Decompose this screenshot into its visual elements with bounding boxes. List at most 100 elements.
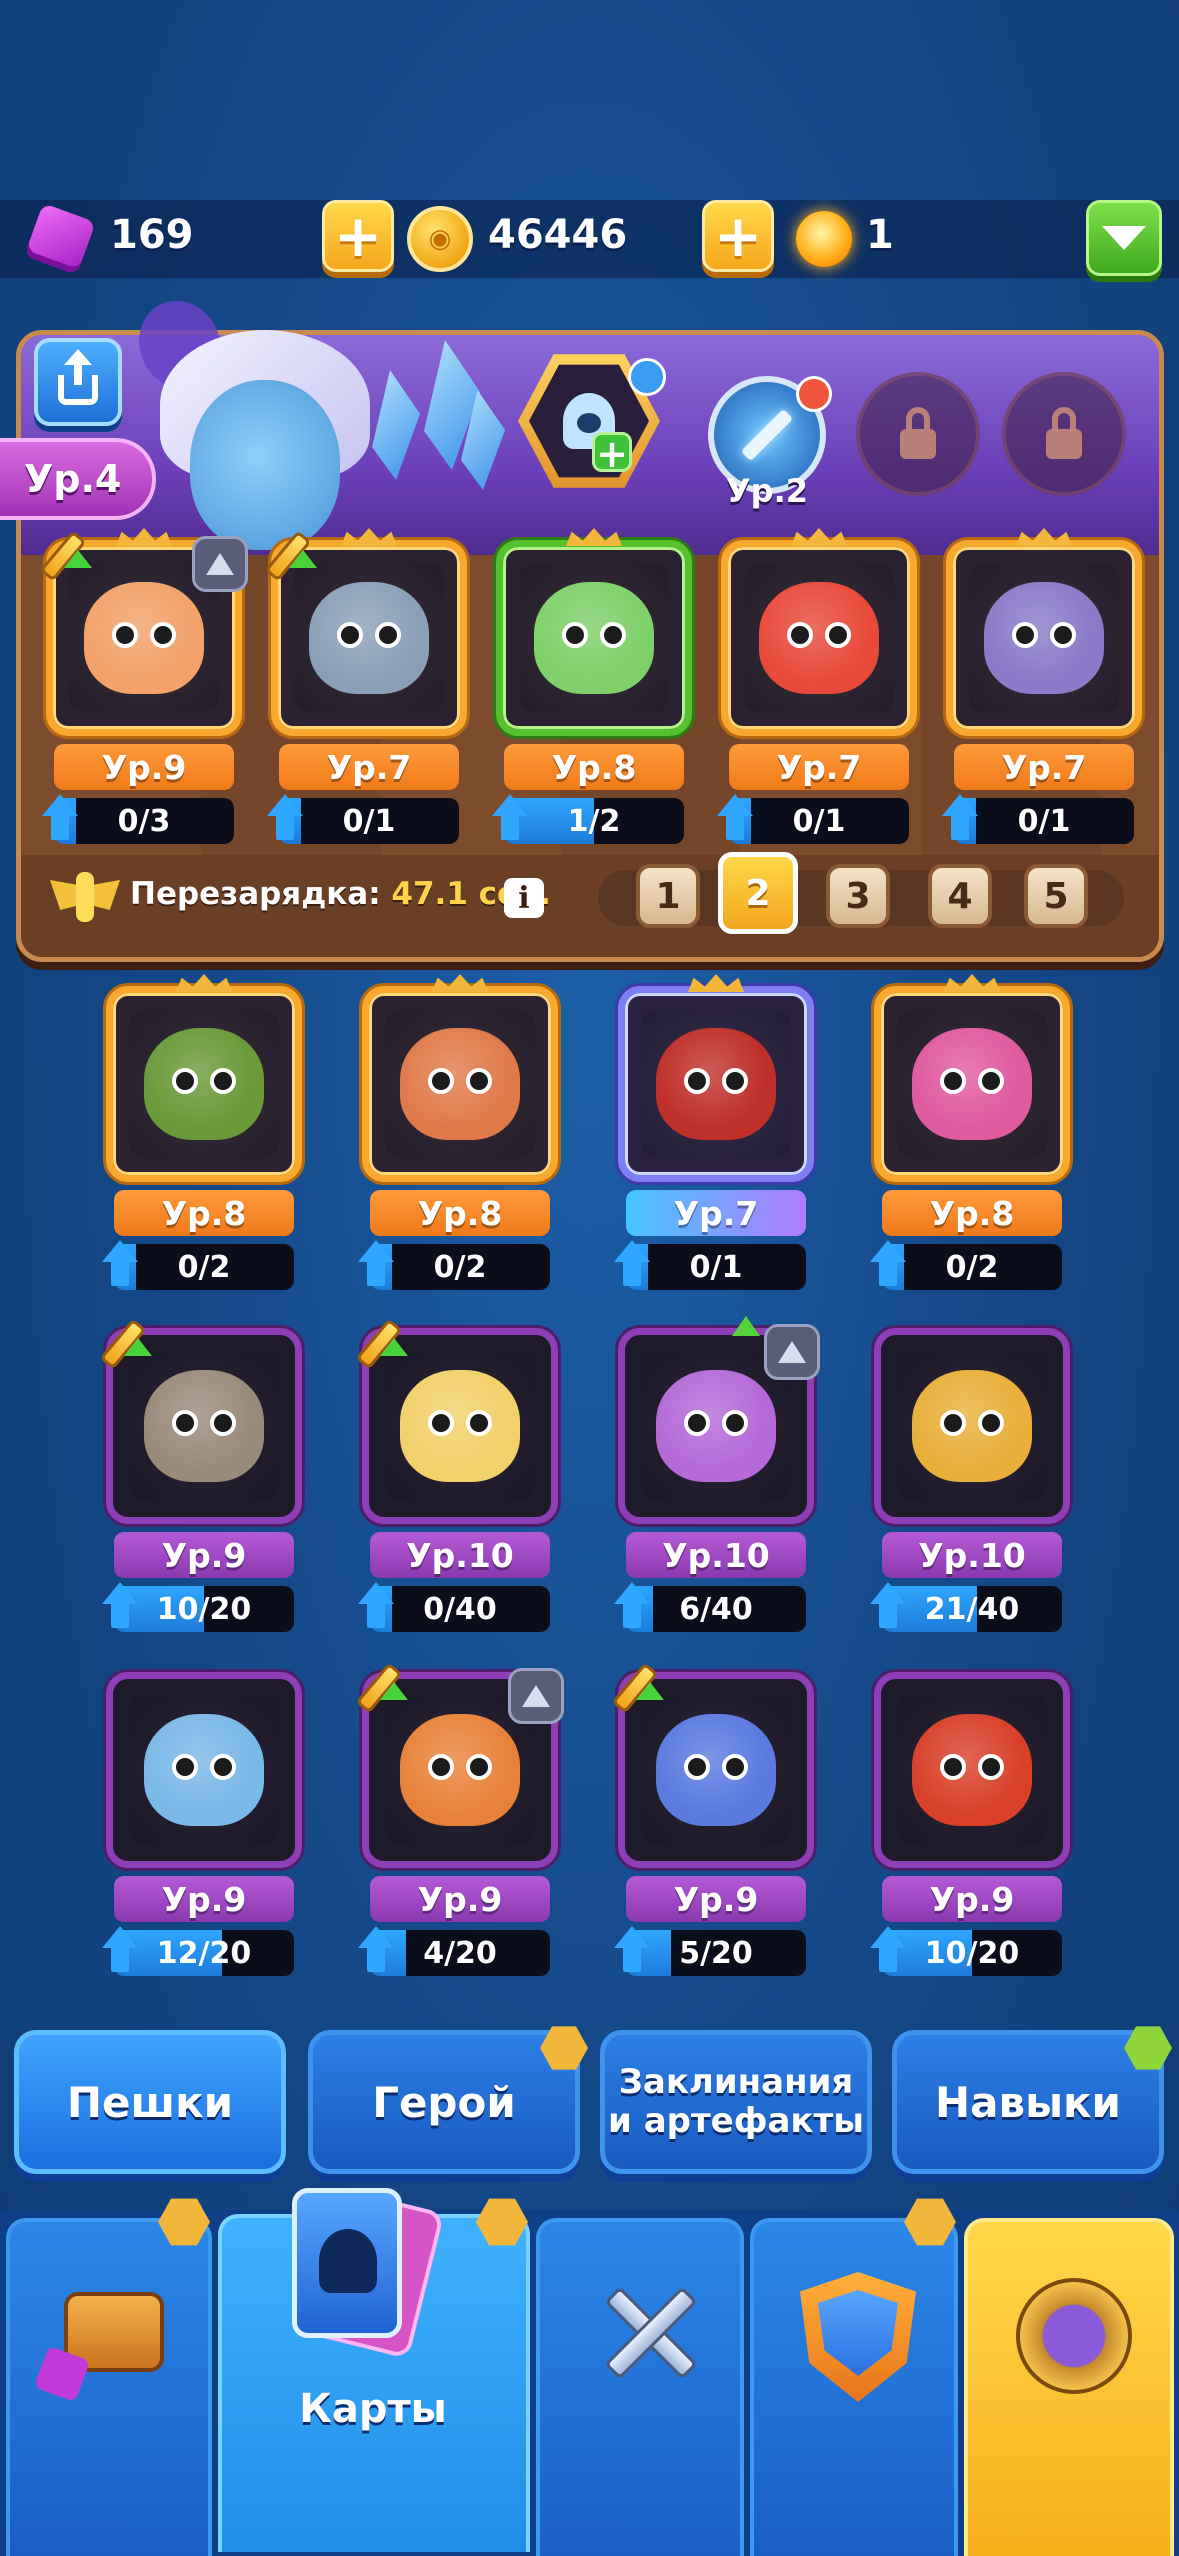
unit-level: Ур.10: [882, 1532, 1062, 1578]
upgrade-arrow-icon: [38, 794, 82, 846]
nav-battle[interactable]: [536, 2218, 744, 2556]
unit-portrait[interactable]: [874, 1672, 1070, 1868]
unit-level: Ур.9: [882, 1876, 1062, 1922]
nav-cards[interactable]: [218, 2186, 530, 2552]
tab-spells-artifacts[interactable]: Заклинания и артефакты: [600, 2030, 872, 2174]
unit-icon: [759, 582, 879, 694]
artifact-slot-level: Ур.2: [726, 472, 808, 510]
rarity-triangle-icon: [764, 1324, 820, 1380]
add-icon: +: [592, 432, 632, 473]
upgrade-arrow-icon: [98, 1926, 142, 1978]
upgrade-sword-icon: [352, 1660, 414, 1722]
rarity-triangle-icon: [508, 1668, 564, 1724]
upgrade-arrow-icon: [866, 1240, 910, 1292]
unit-icon: [144, 1028, 264, 1140]
unit-level: Ур.7: [279, 744, 459, 790]
coin-count: 46446: [488, 212, 628, 258]
upgrade-arrow-icon: [354, 1926, 398, 1978]
upgrade-arrow-icon: [732, 1316, 760, 1336]
unit-icon: [144, 1370, 264, 1482]
unit-icon: [400, 1714, 520, 1826]
cards-icon: [292, 2188, 402, 2338]
locked-slot-1[interactable]: [856, 372, 980, 496]
buy-coins-button[interactable]: +: [702, 200, 774, 272]
deck-tab-4[interactable]: 4: [928, 864, 992, 928]
crown-icon: [944, 974, 1000, 992]
clan-shield-icon: [800, 2272, 916, 2402]
unit-level: Ур.9: [54, 744, 234, 790]
upgrade-sword-icon: [608, 1660, 670, 1722]
potion-count: 1: [866, 212, 894, 258]
crown-icon: [176, 974, 232, 992]
cooldown-text: Перезарядка: 47.1 сек.: [130, 876, 551, 912]
info-badge-icon: [628, 358, 666, 396]
upgrade-arrow-icon: [98, 1582, 142, 1634]
unit-portrait[interactable]: [618, 986, 814, 1182]
upgrade-sword-icon: [36, 528, 98, 590]
upgrade-arrow-icon: [98, 1240, 142, 1292]
unit-level: Ур.9: [626, 1876, 806, 1922]
deck-tab-1[interactable]: 1: [636, 864, 700, 928]
coin-icon: ◉: [406, 205, 474, 273]
unit-portrait[interactable]: [874, 1328, 1070, 1524]
nav-clan[interactable]: [750, 2218, 958, 2556]
upgrade-arrow-icon: [610, 1926, 654, 1978]
hero-level-tag: Ур.4: [0, 438, 156, 520]
unit-level: Ур.8: [882, 1190, 1062, 1236]
unit-portrait[interactable]: [721, 540, 917, 736]
rarity-triangle-icon: [192, 536, 248, 592]
unit-level: Ур.9: [114, 1532, 294, 1578]
upgrade-arrow-icon: [713, 794, 757, 846]
share-icon: [58, 349, 98, 405]
deck-tab-5[interactable]: 5: [1024, 864, 1088, 928]
unit-level: Ур.9: [370, 1876, 550, 1922]
upgrade-arrow-icon: [866, 1926, 910, 1978]
unit-portrait[interactable]: [496, 540, 692, 736]
unit-icon: [912, 1028, 1032, 1140]
deck-tab-3[interactable]: 3: [826, 864, 890, 928]
crown-icon: [688, 974, 744, 992]
upgrade-arrow-icon: [610, 1582, 654, 1634]
upgrade-sword-icon: [352, 1316, 414, 1378]
chevron-down-icon: [1102, 226, 1146, 250]
unit-portrait[interactable]: [946, 540, 1142, 736]
upgrade-arrow-icon: [938, 794, 982, 846]
share-deck-button[interactable]: [34, 338, 122, 426]
lock-icon: [900, 407, 936, 459]
locked-slot-2[interactable]: [1002, 372, 1126, 496]
deck-tab-2[interactable]: 2: [718, 852, 798, 934]
unit-icon: [400, 1370, 520, 1482]
unit-portrait[interactable]: [362, 986, 558, 1182]
tab-pawns[interactable]: Пешки: [14, 2030, 286, 2174]
sword-icon: [740, 408, 794, 462]
menu-dropdown-button[interactable]: [1086, 200, 1162, 276]
upgrade-arrow-icon: [263, 794, 307, 846]
unit-portrait[interactable]: [874, 986, 1070, 1182]
upgrade-sword-icon: [96, 1316, 158, 1378]
nav-shop[interactable]: [6, 2218, 212, 2556]
unit-level: Ур.9: [114, 1876, 294, 1922]
unit-level: Ур.10: [370, 1532, 550, 1578]
unit-icon: [912, 1370, 1032, 1482]
unit-portrait[interactable]: [106, 1672, 302, 1868]
unit-icon: [912, 1714, 1032, 1826]
unit-icon: [534, 582, 654, 694]
unit-icon: [309, 582, 429, 694]
unit-level: Ур.7: [729, 744, 909, 790]
unit-icon: [656, 1370, 776, 1482]
unit-portrait[interactable]: [106, 986, 302, 1182]
gem-icon: [24, 203, 96, 275]
unit-level: Ур.8: [504, 744, 684, 790]
notification-badge-icon: [796, 376, 832, 412]
upgrade-arrow-icon: [354, 1240, 398, 1292]
cooldown-info-button[interactable]: i: [504, 878, 544, 918]
crystal-decoration: [340, 340, 510, 510]
upgrade-sword-icon: [261, 528, 323, 590]
nav-rank[interactable]: [964, 2218, 1174, 2556]
lock-icon: [1046, 407, 1082, 459]
unit-icon: [84, 582, 204, 694]
buy-gems-button[interactable]: +: [322, 200, 394, 272]
tab-hero[interactable]: Герой: [308, 2030, 580, 2174]
gem-count: 169: [110, 212, 194, 258]
tab-skills[interactable]: Навыки: [892, 2030, 1164, 2174]
